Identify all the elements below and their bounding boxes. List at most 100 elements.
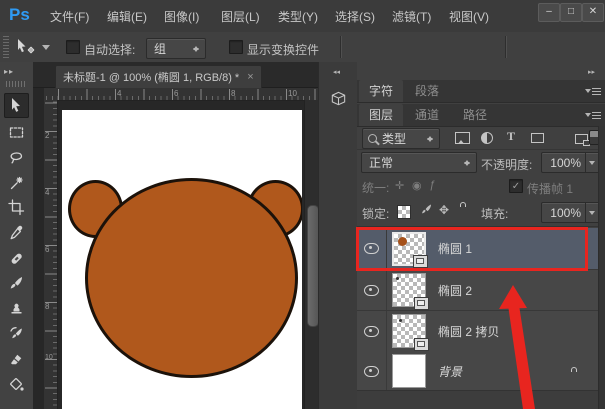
tab-paragraph[interactable]: 段落 bbox=[405, 80, 449, 102]
clone-stamp-tool-icon bbox=[8, 300, 25, 317]
propagate-frame-label: 传播帧 1 bbox=[527, 180, 573, 197]
vector-shape-badge-icon bbox=[414, 297, 429, 310]
menu-filter[interactable]: 滤镜(T) bbox=[392, 8, 431, 25]
document-tab-bar: 未标题-1 @ 100% (椭圆 1, RGB/8) * × bbox=[33, 62, 318, 88]
layer-name[interactable]: 椭圆 2 bbox=[438, 282, 472, 299]
filter-adjustment-layers-icon[interactable] bbox=[481, 132, 493, 144]
tool-preset-arrow-icon[interactable] bbox=[42, 45, 50, 54]
photoshop-logo: Ps bbox=[9, 5, 30, 25]
layer-name[interactable]: 椭圆 2 拷贝 bbox=[438, 323, 499, 340]
opacity-field[interactable]: 100% bbox=[541, 152, 600, 173]
tab-layers[interactable]: 图层 bbox=[359, 104, 403, 126]
ruler-number: 6 bbox=[174, 89, 178, 98]
history-brush-tool-button[interactable] bbox=[4, 321, 29, 346]
unify-position-icon[interactable]: ✛ bbox=[395, 179, 404, 192]
move-tool-preset-icon[interactable] bbox=[15, 38, 37, 59]
tab-close-icon[interactable]: × bbox=[247, 71, 253, 83]
toolbar-grip[interactable] bbox=[6, 81, 26, 87]
bear-head-shape bbox=[85, 178, 298, 378]
dropdown-arrow-icon[interactable] bbox=[585, 153, 599, 172]
filter-shape-layers-icon[interactable] bbox=[531, 133, 544, 143]
3d-panel-icon[interactable] bbox=[325, 86, 352, 112]
rectangular-marquee-tool-button[interactable] bbox=[4, 120, 29, 145]
lasso-tool-button[interactable] bbox=[4, 146, 29, 171]
menu-select[interactable]: 选择(S) bbox=[335, 8, 375, 25]
brush-tool-icon bbox=[8, 275, 25, 292]
paint-bucket-tool-icon bbox=[8, 377, 25, 394]
healing-brush-tool-icon bbox=[8, 250, 25, 267]
visibility-toggle[interactable] bbox=[357, 351, 387, 391]
filter-kind-value: 类型 bbox=[377, 130, 425, 147]
menu-view[interactable]: 视图(V) bbox=[449, 8, 489, 25]
scrollbar-thumb[interactable] bbox=[307, 205, 319, 327]
thumbnail-shape-dot bbox=[396, 277, 399, 280]
layer-row-ellipse-2-copy[interactable]: 椭圆 2 拷贝 bbox=[357, 311, 598, 352]
horizontal-ruler[interactable]: 4 6 8 10 bbox=[44, 88, 318, 101]
tab-paths[interactable]: 路径 bbox=[453, 104, 497, 126]
auto-select-checkbox[interactable] bbox=[66, 40, 80, 54]
clone-stamp-tool-button[interactable] bbox=[4, 296, 29, 321]
tab-character[interactable]: 字符 bbox=[359, 80, 403, 102]
filter-smart-objects-icon[interactable] bbox=[575, 134, 588, 144]
eraser-tool-button[interactable] bbox=[4, 347, 29, 372]
toolbar-expand-icon[interactable]: ▸▸ bbox=[4, 67, 14, 76]
fill-field[interactable]: 100% bbox=[541, 202, 600, 223]
unify-style-icon[interactable]: ƒ bbox=[429, 179, 435, 191]
lock-transparency-icon[interactable] bbox=[397, 205, 411, 219]
layer-thumbnail[interactable] bbox=[392, 354, 426, 388]
canvas[interactable] bbox=[62, 110, 302, 409]
crop-tool-button[interactable] bbox=[4, 195, 29, 220]
layer-row-ellipse-2[interactable]: 椭圆 2 bbox=[357, 270, 598, 311]
menu-image[interactable]: 图像(I) bbox=[164, 8, 199, 25]
visibility-toggle[interactable] bbox=[357, 311, 387, 351]
layer-thumbnail[interactable] bbox=[392, 314, 426, 348]
layer-row-background[interactable]: 背景 bbox=[357, 351, 598, 392]
move-tool-button[interactable] bbox=[4, 93, 29, 118]
vertical-ruler[interactable]: 2 4 6 8 10 bbox=[44, 100, 58, 409]
filter-kind-dropdown[interactable]: 类型 bbox=[362, 128, 440, 149]
blend-mode-value: 正常 bbox=[362, 154, 462, 171]
menu-edit[interactable]: 编辑(E) bbox=[107, 8, 147, 25]
dock-collapse-icon[interactable]: ◂◂ bbox=[333, 68, 340, 76]
panel-menu-icon[interactable] bbox=[585, 87, 601, 96]
dropdown-arrow-icon[interactable] bbox=[585, 203, 599, 222]
menu-file[interactable]: 文件(F) bbox=[50, 8, 89, 25]
lock-pixels-brush-icon[interactable] bbox=[419, 203, 433, 220]
document-tab[interactable]: 未标题-1 @ 100% (椭圆 1, RGB/8) * × bbox=[55, 65, 262, 88]
panel-menu-icon[interactable] bbox=[585, 111, 601, 120]
show-transform-label: 显示变换控件 bbox=[247, 41, 319, 58]
minimize-button[interactable]: – bbox=[538, 3, 560, 22]
layer-name[interactable]: 背景 bbox=[438, 363, 462, 380]
propagate-frame-checkbox[interactable]: ✓ bbox=[509, 179, 523, 193]
menu-layer[interactable]: 图层(L) bbox=[221, 8, 260, 25]
visibility-toggle[interactable] bbox=[357, 270, 387, 310]
eyedropper-tool-button[interactable] bbox=[4, 220, 29, 245]
menu-type[interactable]: 类型(Y) bbox=[278, 8, 318, 25]
dropdown-stepper-icon bbox=[462, 157, 472, 169]
unify-visibility-icon[interactable]: ◉ bbox=[412, 179, 422, 192]
lock-position-icon[interactable]: ✥ bbox=[439, 203, 449, 217]
options-bar-grip[interactable] bbox=[3, 36, 9, 58]
blend-mode-dropdown[interactable]: 正常 bbox=[361, 152, 477, 173]
panel-scrollbar-track[interactable] bbox=[598, 126, 605, 409]
paint-bucket-tool-button[interactable] bbox=[4, 373, 29, 398]
ruler-number: 10 bbox=[288, 89, 297, 98]
close-button[interactable]: ✕ bbox=[582, 3, 604, 22]
dock-expand-icon[interactable]: ▸▸ bbox=[588, 68, 595, 76]
opacity-value: 100% bbox=[542, 156, 585, 170]
filter-pixel-layers-icon[interactable] bbox=[455, 132, 470, 144]
brush-tool-button[interactable] bbox=[4, 271, 29, 296]
filter-type-layers-icon[interactable]: T bbox=[507, 129, 515, 144]
ruler-number: 2 bbox=[45, 131, 49, 140]
options-bar: 自动选择: 组 显示变换控件 bbox=[0, 32, 605, 64]
auto-select-target-dropdown[interactable]: 组 bbox=[146, 38, 206, 59]
spot-healing-brush-tool-button[interactable] bbox=[4, 246, 29, 271]
layer-thumbnail[interactable] bbox=[392, 273, 426, 307]
maximize-button[interactable]: □ bbox=[560, 3, 582, 22]
show-transform-checkbox[interactable] bbox=[229, 40, 243, 54]
canvas-vertical-scrollbar[interactable] bbox=[304, 100, 318, 409]
tab-channels[interactable]: 通道 bbox=[405, 104, 449, 126]
menu-bar: Ps 文件(F) 编辑(E) 图像(I) 图层(L) 类型(Y) 选择(S) 滤… bbox=[0, 0, 605, 33]
magic-wand-tool-button[interactable] bbox=[4, 171, 29, 196]
magic-wand-tool-icon bbox=[8, 175, 25, 192]
